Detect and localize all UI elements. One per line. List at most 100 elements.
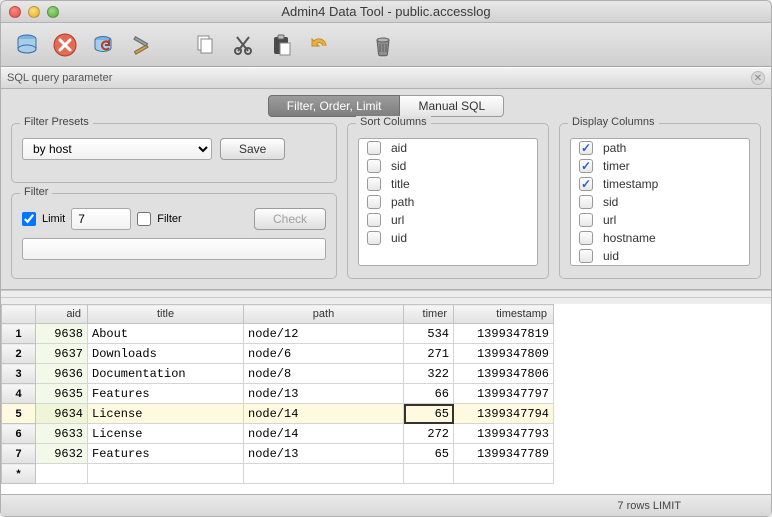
cell-title[interactable]: License: [88, 424, 244, 444]
cell-empty[interactable]: [88, 464, 244, 484]
list-item[interactable]: uid: [359, 229, 537, 247]
cell-timestamp[interactable]: 1399347809: [454, 344, 554, 364]
list-item[interactable]: uid: [571, 247, 749, 265]
cell-aid[interactable]: 9638: [36, 324, 88, 344]
checkbox-icon[interactable]: [579, 213, 593, 227]
filter-text-input[interactable]: [22, 238, 326, 260]
checkbox-icon[interactable]: [579, 249, 593, 263]
cell-empty[interactable]: [454, 464, 554, 484]
cell-timestamp[interactable]: 1399347794: [454, 404, 554, 424]
check-button[interactable]: Check: [254, 208, 326, 230]
minimize-window-button[interactable]: [28, 6, 40, 18]
table-row[interactable]: 39636Documentationnode/83221399347806: [2, 364, 554, 384]
cell-path[interactable]: node/14: [244, 424, 404, 444]
list-item[interactable]: path: [359, 193, 537, 211]
checkbox-icon[interactable]: [367, 177, 381, 191]
filter-checkbox[interactable]: [137, 212, 151, 226]
cell-aid[interactable]: 9633: [36, 424, 88, 444]
table-row[interactable]: 79632Featuresnode/13651399347789: [2, 444, 554, 464]
preset-select[interactable]: by host: [22, 138, 212, 160]
tab-manual-sql[interactable]: Manual SQL: [400, 95, 504, 117]
checkbox-icon[interactable]: [579, 177, 593, 191]
cell-empty[interactable]: [244, 464, 404, 484]
col-header-timestamp[interactable]: timestamp: [454, 305, 554, 324]
settings-icon[interactable]: [125, 29, 157, 61]
row-number-new[interactable]: *: [2, 464, 36, 484]
checkbox-icon[interactable]: [579, 231, 593, 245]
cell-path[interactable]: node/13: [244, 384, 404, 404]
list-item[interactable]: sid: [571, 193, 749, 211]
cell-aid[interactable]: 9635: [36, 384, 88, 404]
row-number[interactable]: 1: [2, 324, 36, 344]
cell-aid[interactable]: 9634: [36, 404, 88, 424]
checkbox-icon[interactable]: [367, 141, 381, 155]
checkbox-icon[interactable]: [579, 141, 593, 155]
limit-input[interactable]: [71, 208, 131, 230]
col-header-timer[interactable]: timer: [404, 305, 454, 324]
list-item[interactable]: title: [359, 175, 537, 193]
row-number[interactable]: 6: [2, 424, 36, 444]
copy-icon[interactable]: [189, 29, 221, 61]
undo-icon[interactable]: [303, 29, 335, 61]
cell-title[interactable]: Documentation: [88, 364, 244, 384]
col-header-title[interactable]: title: [88, 305, 244, 324]
cell-timer[interactable]: 534: [404, 324, 454, 344]
paste-icon[interactable]: [265, 29, 297, 61]
zoom-window-button[interactable]: [47, 6, 59, 18]
cell-title[interactable]: Features: [88, 444, 244, 464]
database-icon[interactable]: [11, 29, 43, 61]
cell-timestamp[interactable]: 1399347797: [454, 384, 554, 404]
cell-title[interactable]: Downloads: [88, 344, 244, 364]
result-grid[interactable]: aidtitlepathtimertimestamp 19638Aboutnod…: [1, 304, 554, 484]
close-window-button[interactable]: [9, 6, 21, 18]
list-item[interactable]: hostname: [571, 229, 749, 247]
display-columns-list[interactable]: pathtimertimestampsidurlhostnameuid: [570, 138, 750, 266]
cell-path[interactable]: node/13: [244, 444, 404, 464]
cell-empty[interactable]: [36, 464, 88, 484]
checkbox-icon[interactable]: [579, 195, 593, 209]
cancel-icon[interactable]: [49, 29, 81, 61]
cut-icon[interactable]: [227, 29, 259, 61]
table-row[interactable]: 29637Downloadsnode/62711399347809: [2, 344, 554, 364]
table-row[interactable]: 19638Aboutnode/125341399347819: [2, 324, 554, 344]
list-item[interactable]: timestamp: [571, 175, 749, 193]
splitter[interactable]: [1, 290, 771, 298]
table-row[interactable]: 69633Licensenode/142721399347793: [2, 424, 554, 444]
cell-title[interactable]: Features: [88, 384, 244, 404]
table-row[interactable]: 49635Featuresnode/13661399347797: [2, 384, 554, 404]
row-number[interactable]: 4: [2, 384, 36, 404]
cell-timestamp[interactable]: 1399347819: [454, 324, 554, 344]
cell-aid[interactable]: 9632: [36, 444, 88, 464]
cell-timer[interactable]: 322: [404, 364, 454, 384]
checkbox-icon[interactable]: [579, 159, 593, 173]
list-item[interactable]: url: [571, 211, 749, 229]
checkbox-icon[interactable]: [367, 231, 381, 245]
cell-aid[interactable]: 9637: [36, 344, 88, 364]
cell-path[interactable]: node/12: [244, 324, 404, 344]
row-number[interactable]: 7: [2, 444, 36, 464]
cell-timer[interactable]: 65: [404, 444, 454, 464]
cell-timestamp[interactable]: 1399347789: [454, 444, 554, 464]
cell-timer[interactable]: 272: [404, 424, 454, 444]
cell-timer[interactable]: 66: [404, 384, 454, 404]
list-item[interactable]: sid: [359, 157, 537, 175]
cell-title[interactable]: About: [88, 324, 244, 344]
tab-filter-order-limit[interactable]: Filter, Order, Limit: [268, 95, 401, 117]
cell-path[interactable]: node/8: [244, 364, 404, 384]
list-item[interactable]: path: [571, 139, 749, 157]
table-row-new[interactable]: *: [2, 464, 554, 484]
cell-path[interactable]: node/6: [244, 344, 404, 364]
row-number[interactable]: 3: [2, 364, 36, 384]
cell-timestamp[interactable]: 1399347806: [454, 364, 554, 384]
cell-path[interactable]: node/14: [244, 404, 404, 424]
checkbox-icon[interactable]: [367, 195, 381, 209]
col-header-path[interactable]: path: [244, 305, 404, 324]
panel-close-icon[interactable]: ✕: [751, 71, 765, 85]
cell-timer[interactable]: 65: [404, 404, 454, 424]
save-button[interactable]: Save: [220, 138, 285, 160]
row-number[interactable]: 5: [2, 404, 36, 424]
cell-aid[interactable]: 9636: [36, 364, 88, 384]
checkbox-icon[interactable]: [367, 159, 381, 173]
cell-empty[interactable]: [404, 464, 454, 484]
sort-columns-list[interactable]: aidsidtitlepathurluid: [358, 138, 538, 266]
